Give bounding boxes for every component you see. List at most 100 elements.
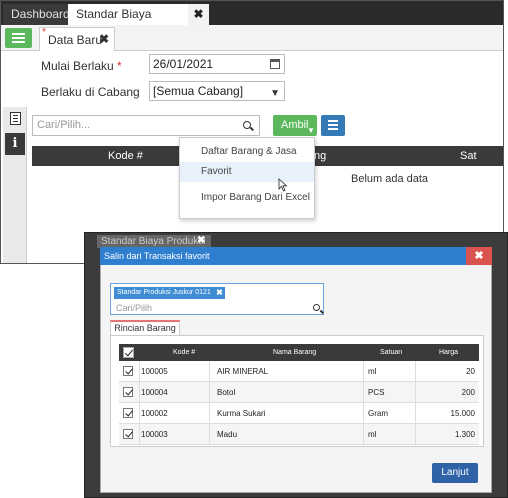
cell-divider <box>139 424 140 445</box>
unsaved-marker: * <box>42 27 46 38</box>
top-tab-bar: Dashboard Standar Biaya Produksi ✖ <box>1 1 503 42</box>
row-checkbox[interactable] <box>123 429 133 439</box>
ambil-button[interactable]: Ambil ▼ <box>273 115 317 136</box>
lanjut-button[interactable]: Lanjut <box>432 463 478 483</box>
col-nama-partial: ng <box>314 150 327 162</box>
col-kode: Kode # <box>173 349 196 356</box>
rincian-barang-panel: Kode # Nama Barang Satuan Harga 100005 A… <box>110 335 484 447</box>
list-icon-line <box>328 128 338 130</box>
sub-toolbar: * Data Baru ✖ <box>1 25 503 51</box>
tag-remove-icon[interactable]: ✖ <box>216 287 223 299</box>
ambil-dropdown-menu: Daftar Barang & Jasa Favorit Impor Baran… <box>179 137 315 219</box>
col-nama-barang: Nama Barang <box>273 349 317 356</box>
required-marker: * <box>117 59 122 73</box>
col-satuan: Satuan <box>380 349 403 356</box>
cell-nama: Madu <box>217 430 238 439</box>
subtab-data-baru[interactable]: * Data Baru ✖ <box>39 27 115 51</box>
cell-nama: Botol <box>217 388 236 397</box>
picker-search-placeholder: Cari/Pilih <box>116 303 153 313</box>
table-row[interactable]: 100004 Botol PCS 200 <box>119 382 479 403</box>
dialog-header: Salin dari Transaksi favorit ✖ <box>100 247 492 265</box>
doc-line <box>13 121 18 122</box>
tab-dashboard[interactable]: Dashboard <box>3 4 78 25</box>
favorite-picker[interactable]: Standar Produksi Juskur 0121 ✖ Cari/Pili… <box>110 283 324 315</box>
chevron-down-icon: ▼ <box>270 88 280 99</box>
cell-kode: 100003 <box>141 430 168 439</box>
col-harga: Harga <box>439 349 459 356</box>
cabang-select[interactable]: [Semua Cabang] ▼ <box>149 81 285 101</box>
doc-line <box>13 118 18 119</box>
empty-table-message: Belum ada data <box>351 173 429 185</box>
copy-favorite-dialog: Salin dari Transaksi favorit ✖ Standar P… <box>100 247 492 493</box>
cell-kode: 100002 <box>141 409 168 418</box>
cell-divider <box>363 361 364 382</box>
table-row[interactable]: 100003 Madu ml 1.300 <box>119 424 479 445</box>
cell-divider <box>415 361 416 382</box>
select-all-checkbox[interactable] <box>123 347 134 358</box>
tab-rincian-barang[interactable]: Rincian Barang <box>110 320 180 336</box>
background-tab-close-icon: ✖ <box>197 235 206 246</box>
ambil-label: Ambil <box>281 119 309 131</box>
tag-label: Standar Produksi Juskur 0121 <box>117 289 211 296</box>
table-row[interactable]: 100005 AIR MINERAL ml 20 <box>119 361 479 382</box>
cell-harga: 200 <box>461 388 475 397</box>
cell-divider <box>139 382 140 403</box>
cell-divider <box>415 424 416 445</box>
cell-divider <box>209 361 210 382</box>
cell-divider <box>139 361 140 382</box>
background-window: Dashboard Standar Biaya Produksi ✖ * Dat… <box>0 0 504 264</box>
info-icon[interactable]: i <box>5 133 25 155</box>
col-satuan-partial: Sat <box>460 150 477 162</box>
doc-line <box>13 115 18 116</box>
cell-divider <box>209 424 210 445</box>
menu-item-daftar-barang[interactable]: Daftar Barang & Jasa <box>180 146 314 157</box>
cell-divider <box>139 403 140 424</box>
item-search-input[interactable]: Cari/Pilih... <box>32 115 260 136</box>
mulai-berlaku-text: Mulai Berlaku <box>41 59 114 73</box>
cell-harga: 1.300 <box>454 430 475 439</box>
subtab-label: Data Baru <box>48 33 103 47</box>
list-menu-button[interactable] <box>5 28 32 48</box>
side-icon-strip: i <box>3 107 27 263</box>
cabang-selected-value: [Semua Cabang] <box>153 84 244 98</box>
list-options-button[interactable] <box>321 115 345 136</box>
cell-nama: AIR MINERAL <box>217 367 269 376</box>
table-row[interactable]: 100002 Kurma Sukari Gram 15.000 <box>119 403 479 424</box>
selected-favorite-tag: Standar Produksi Juskur 0121 ✖ <box>114 287 225 299</box>
cell-divider <box>415 403 416 424</box>
cell-satuan: PCS <box>368 388 385 397</box>
calendar-icon[interactable] <box>270 59 280 69</box>
dialog-close-icon[interactable]: ✖ <box>466 247 492 265</box>
cell-harga: 15.000 <box>450 409 475 418</box>
row-checkbox[interactable] <box>123 408 133 418</box>
items-table-header: Kode # Nama Barang Satuan Harga <box>119 344 479 361</box>
search-icon[interactable] <box>243 121 251 129</box>
mulai-berlaku-date-field[interactable]: 26/01/2021 <box>149 54 285 74</box>
cell-nama: Kurma Sukari <box>217 409 266 418</box>
cell-harga: 20 <box>466 367 475 376</box>
berlaku-cabang-label: Berlaku di Cabang <box>41 85 140 99</box>
mouse-cursor-icon <box>278 178 288 192</box>
search-placeholder: Cari/Pilih... <box>37 119 91 131</box>
cell-divider <box>363 424 364 445</box>
list-icon-line <box>12 37 25 39</box>
subtab-close-icon[interactable]: ✖ <box>99 32 109 46</box>
mulai-berlaku-label: Mulai Berlaku * <box>41 59 122 73</box>
foreground-window: Standar Biaya Produksi ✖ Salin dari Tran… <box>84 232 508 498</box>
row-checkbox[interactable] <box>123 387 133 397</box>
list-icon <box>12 33 25 35</box>
document-icon[interactable] <box>10 112 21 125</box>
list-icon <box>328 120 338 122</box>
dialog-title: Salin dari Transaksi favorit <box>104 251 210 261</box>
menu-item-impor-excel[interactable]: Impor Barang Dari Excel <box>180 192 314 203</box>
dialog-body: Standar Produksi Juskur 0121 ✖ Cari/Pili… <box>100 265 492 493</box>
cell-divider <box>415 382 416 403</box>
menu-item-favorit[interactable]: Favorit <box>180 162 314 182</box>
cell-kode: 100004 <box>141 388 168 397</box>
tab-standar-biaya-produksi[interactable]: Standar Biaya Produksi <box>68 4 188 42</box>
tab-close-icon[interactable]: ✖ <box>188 4 209 25</box>
cell-satuan: ml <box>368 367 377 376</box>
search-icon[interactable] <box>313 304 320 311</box>
list-icon-line <box>12 41 25 43</box>
row-checkbox[interactable] <box>123 366 133 376</box>
